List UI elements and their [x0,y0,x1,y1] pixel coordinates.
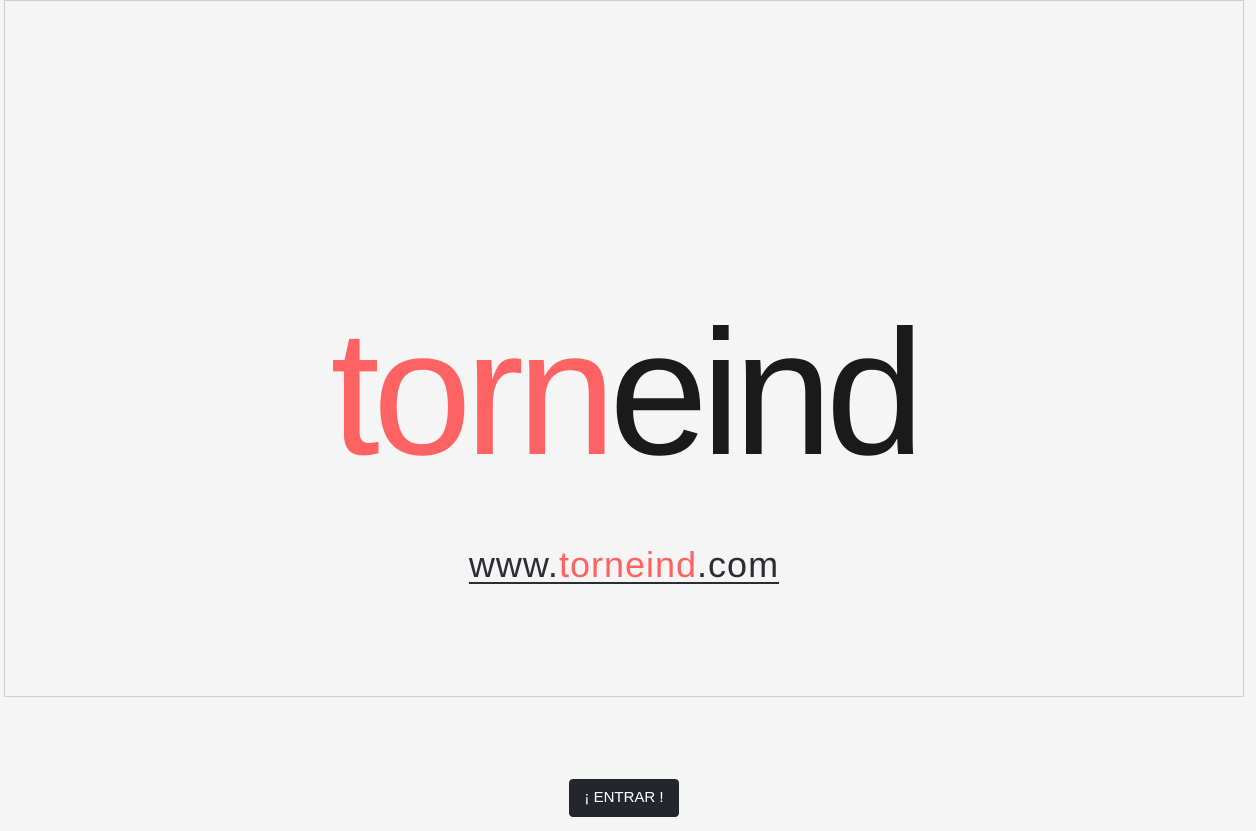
url-prefix: www. [468,544,559,585]
torneind-logo: torneind [5,293,1243,493]
logo-part-torn: torn [330,293,616,492]
splash-frame: torneind www.torneind.com [4,0,1244,697]
logo-part-eind: eind [609,293,925,492]
url-suffix: .com [697,544,780,585]
enter-button[interactable]: ¡ ENTRAR ! [569,779,679,817]
website-link-container: www.torneind.com [5,541,1243,589]
url-domain: torneind [558,544,698,585]
website-link[interactable]: www.torneind.com [469,544,779,585]
